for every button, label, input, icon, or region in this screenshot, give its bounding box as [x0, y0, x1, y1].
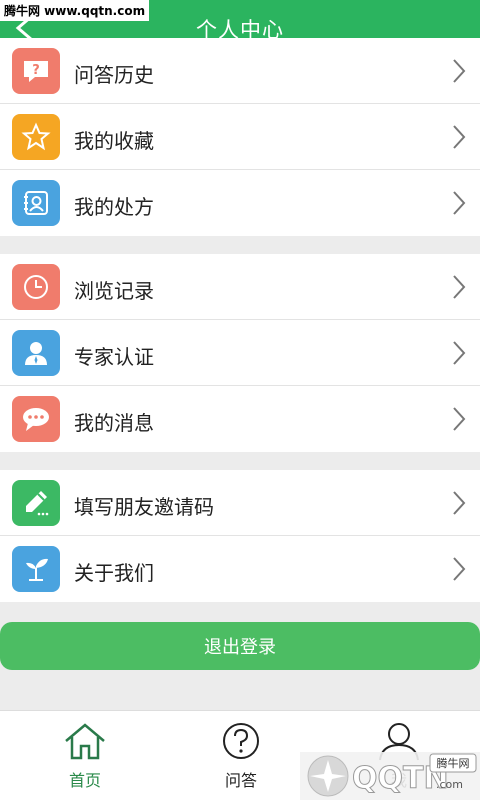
svg-text:腾牛网: 腾牛网 [437, 756, 470, 770]
tab-home[interactable]: 首页 [30, 721, 140, 797]
question-circle-icon [223, 723, 259, 759]
clock-icon [12, 264, 60, 310]
tab-home-label: 首页 [68, 771, 101, 790]
user-icon [12, 330, 60, 376]
chevron-right-icon [453, 59, 466, 83]
svg-text:.com: .com [436, 778, 463, 791]
menu-item-label: 我的收藏 [74, 129, 154, 153]
menu-item-qa-history[interactable]: ? 问答历史 [0, 38, 480, 104]
menu-item-label: 关于我们 [74, 561, 154, 585]
question-bubble-icon: ? [12, 48, 60, 94]
chevron-right-icon [453, 407, 466, 431]
menu-group-2: 浏览记录 专家认证 我的消息 [0, 254, 480, 452]
menu-item-expert-certification[interactable]: 专家认证 [0, 320, 480, 386]
menu-group-3: 填写朋友邀请码 关于我们 [0, 470, 480, 602]
menu-item-prescriptions[interactable]: 我的处方 [0, 170, 480, 236]
sprout-icon [12, 546, 60, 592]
watermark-logo: QQTN .com 腾牛网 [300, 752, 480, 800]
chevron-right-icon [453, 191, 466, 215]
chevron-right-icon [453, 275, 466, 299]
menu-item-label: 填写朋友邀请码 [74, 495, 214, 519]
menu-item-label: 我的处方 [74, 195, 154, 219]
chevron-right-icon [453, 491, 466, 515]
logout-button[interactable]: 退出登录 [0, 622, 480, 670]
menu-item-favorites[interactable]: 我的收藏 [0, 104, 480, 170]
chevron-right-icon [453, 341, 466, 365]
chevron-right-icon [453, 125, 466, 149]
menu-group-1: ? 问答历史 我的收藏 我的处方 [0, 38, 480, 236]
tab-qa[interactable]: 问答 [186, 721, 296, 797]
menu-item-browse-history[interactable]: 浏览记录 [0, 254, 480, 320]
menu-item-about-us[interactable]: 关于我们 [0, 536, 480, 602]
svg-text:?: ? [32, 63, 40, 78]
chat-icon [12, 396, 60, 442]
home-icon [65, 723, 105, 760]
chevron-right-icon [453, 557, 466, 581]
star-icon [12, 114, 60, 160]
menu-item-label: 我的消息 [74, 411, 154, 435]
menu-item-label: 问答历史 [74, 63, 154, 87]
menu-item-label: 专家认证 [74, 345, 154, 369]
menu-item-label: 浏览记录 [74, 279, 154, 303]
watermark-text: 腾牛网 www.qqtn.com [0, 0, 150, 21]
menu-item-invite-code[interactable]: 填写朋友邀请码 [0, 470, 480, 536]
menu-item-messages[interactable]: 我的消息 [0, 386, 480, 452]
pencil-icon [12, 480, 60, 526]
prescription-icon [12, 180, 60, 226]
tab-qa-label: 问答 [224, 771, 257, 790]
